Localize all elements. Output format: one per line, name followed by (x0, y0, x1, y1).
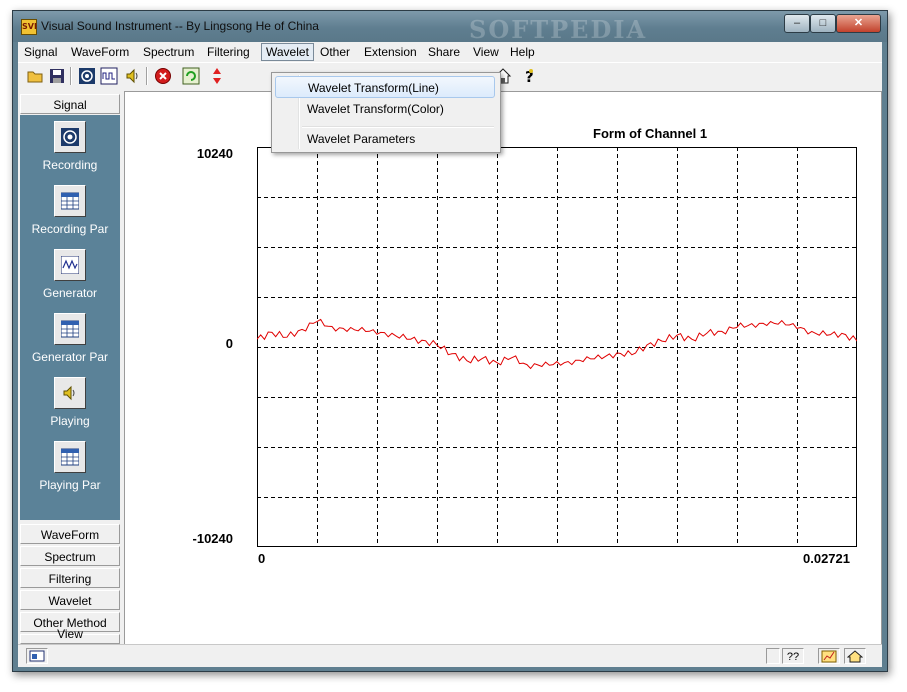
status-panel (766, 648, 780, 664)
x-tick-label-end: 0.02721 (803, 551, 850, 566)
grid-icon (61, 192, 79, 210)
sidebar-item-label: Playing (50, 414, 90, 428)
window-title: Visual Sound Instrument -- By Lingsong H… (41, 19, 319, 33)
status-bar: ?? (18, 644, 882, 667)
x-tick-label-start: 0 (258, 551, 266, 566)
sidebar-group-waveform[interactable]: WaveForm (20, 524, 120, 544)
maximize-button[interactable]: □ (810, 14, 836, 33)
playing-button[interactable] (54, 377, 86, 409)
menu-item-wavelet-transform-line[interactable]: Wavelet Transform(Line) (275, 76, 495, 98)
sidebar-item-generator-par[interactable]: Generator Par (20, 307, 120, 371)
menu-view[interactable]: View (469, 44, 503, 60)
wavelet-dropdown-menu: Wavelet Transform(Line) Wavelet Transfor… (271, 72, 501, 153)
status-panel-icon[interactable] (26, 648, 48, 664)
waveform-icon[interactable] (100, 67, 118, 85)
menu-wavelet[interactable]: Wavelet (261, 43, 314, 61)
sidebar-group-view[interactable]: View (20, 628, 120, 644)
sidebar-item-generator[interactable]: Generator (20, 243, 120, 307)
record-icon[interactable] (78, 67, 96, 85)
title-bar[interactable]: SVI Visual Sound Instrument -- By Lingso… (13, 11, 887, 44)
status-help-text[interactable]: ?? (782, 648, 804, 664)
playing-par-button[interactable] (54, 441, 86, 473)
menu-spectrum[interactable]: Spectrum (139, 44, 198, 60)
y-tick-label-top: 10240 (196, 146, 233, 161)
menu-other[interactable]: Other (316, 44, 354, 60)
main-area: Signal Recording Recording Par Generator… (18, 89, 882, 646)
sidebar-item-playing[interactable]: Playing (20, 371, 120, 435)
sidebar: Signal Recording Recording Par Generator… (20, 94, 120, 644)
menu-help[interactable]: Help (506, 44, 539, 60)
chart-area: Form of Channel 1 10240 0 -10240 0 0.027… (124, 91, 882, 646)
toolbar-separator (70, 67, 72, 85)
help-icon[interactable]: ? (520, 67, 538, 86)
menu-share[interactable]: Share (424, 44, 464, 60)
generator-par-button[interactable] (54, 313, 86, 345)
menu-signal[interactable]: Signal (20, 44, 61, 60)
refresh-icon[interactable] (182, 67, 200, 85)
recording-button[interactable] (54, 121, 86, 153)
y-tick-label-zero: 0 (225, 336, 233, 351)
arrows-icon[interactable] (208, 67, 226, 85)
speaker-icon (63, 385, 75, 401)
minimize-button[interactable]: – (784, 14, 810, 33)
sidebar-group-signal[interactable]: Signal (20, 94, 120, 114)
sidebar-group-spectrum[interactable]: Spectrum (20, 546, 120, 566)
record-icon (61, 128, 79, 146)
waveform-plot[interactable] (257, 147, 857, 547)
watermark: SOFTPEDIA (469, 15, 648, 44)
save-icon[interactable] (48, 67, 66, 85)
menu-extension[interactable]: Extension (360, 44, 421, 60)
y-tick-label-bottom: -10240 (192, 531, 233, 546)
grid-icon (61, 320, 79, 338)
generator-icon (61, 256, 79, 274)
sidebar-item-label: Generator Par (31, 350, 109, 364)
sidebar-item-label: Recording (42, 158, 98, 172)
sidebar-item-recording-par[interactable]: Recording Par (20, 179, 120, 243)
app-window: SVI Visual Sound Instrument -- By Lingso… (12, 10, 888, 672)
stop-icon[interactable] (154, 67, 172, 85)
recording-par-button[interactable] (54, 185, 86, 217)
sidebar-item-label: Playing Par (39, 478, 101, 492)
menu-item-wavelet-transform-color[interactable]: Wavelet Transform(Color) (275, 98, 495, 120)
app-icon[interactable]: SVI (21, 19, 37, 35)
speaker-icon[interactable] (124, 67, 142, 85)
status-home-icon[interactable] (844, 648, 866, 664)
status-chart-icon[interactable] (818, 648, 840, 664)
sidebar-group-view-label: View (57, 627, 83, 641)
sidebar-item-label: Recording Par (31, 222, 109, 236)
generator-button[interactable] (54, 249, 86, 281)
toolbar-separator (146, 67, 148, 85)
sidebar-item-recording[interactable]: Recording (20, 115, 120, 179)
menu-bar: Signal WaveForm Spectrum Filtering Wavel… (18, 42, 882, 62)
menu-filtering[interactable]: Filtering (203, 44, 254, 60)
sidebar-item-playing-par[interactable]: Playing Par (20, 435, 120, 499)
chart-title: Form of Channel 1 (593, 126, 708, 141)
grid-icon (61, 448, 79, 466)
sidebar-group-wavelet[interactable]: Wavelet (20, 590, 120, 610)
sidebar-group-filtering[interactable]: Filtering (20, 568, 120, 588)
signal-panel: Recording Recording Par Generator Genera… (20, 115, 120, 520)
sidebar-item-label: Generator (42, 286, 98, 300)
menu-waveform[interactable]: WaveForm (67, 44, 133, 60)
open-folder-icon[interactable] (26, 67, 44, 85)
close-button[interactable]: ✕ (836, 14, 881, 33)
menu-item-wavelet-parameters[interactable]: Wavelet Parameters (275, 128, 495, 150)
